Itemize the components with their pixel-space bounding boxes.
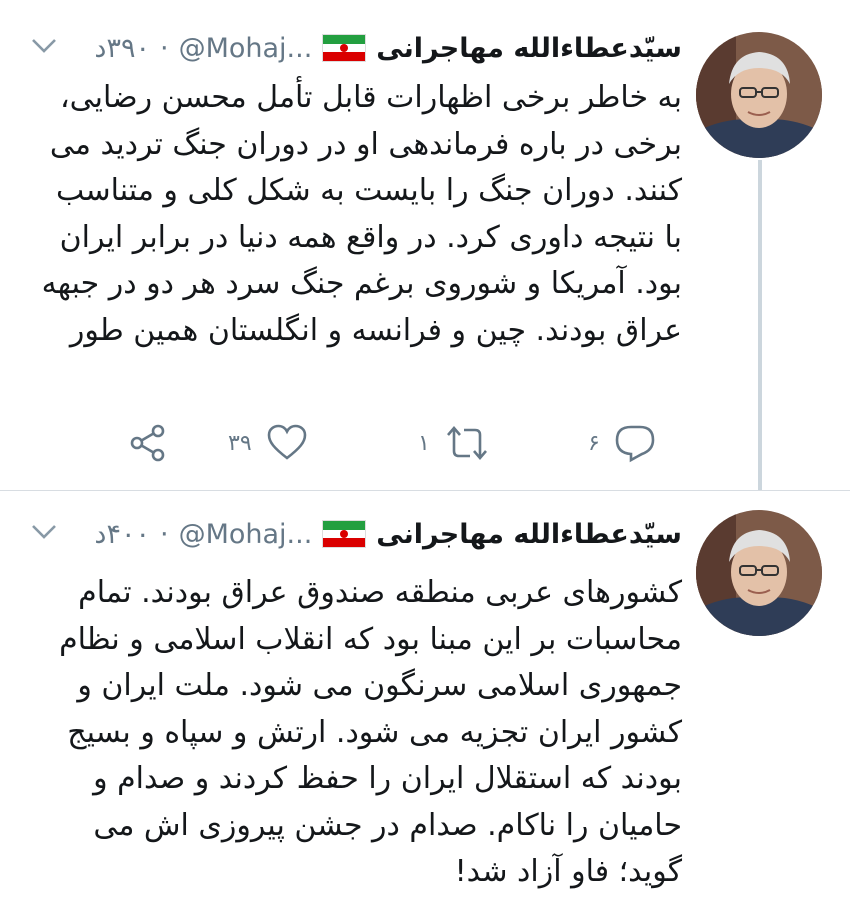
- tweet-text: به خاطر برخی اظهارات قابل تأمل محسن رضای…: [41, 80, 682, 348]
- iran-flag-icon: [322, 520, 367, 548]
- like-button[interactable]: ۳۹: [228, 415, 308, 471]
- tweet[interactable]: سیّدعطاءالله مهاجرانی @Mohaj... · ۳۹۰د ب…: [0, 0, 850, 490]
- timestamp[interactable]: ۳۹۰د: [94, 33, 150, 64]
- author-handle[interactable]: @Mohaj...: [179, 519, 313, 550]
- tweet-header: سیّدعطاءالله مهاجرانی @Mohaj... · ۳۹۰د: [30, 28, 682, 68]
- like-count: ۳۹: [228, 430, 252, 456]
- tweet[interactable]: سیّدعطاءالله مهاجرانی @Mohaj... · ۴۰۰د ک…: [0, 490, 850, 900]
- chevron-down-icon[interactable]: [30, 519, 58, 549]
- reply-button[interactable]: ۶: [588, 415, 656, 471]
- author-handle[interactable]: @Mohaj...: [179, 33, 313, 64]
- retweet-icon: [446, 426, 487, 460]
- heart-icon: [267, 424, 306, 460]
- separator-dot: ·: [159, 518, 169, 550]
- action-bar: ۳۹ ۱ ۶: [128, 415, 668, 471]
- avatar[interactable]: [696, 510, 822, 636]
- author-name[interactable]: سیّدعطاءالله مهاجرانی: [376, 519, 682, 550]
- avatar[interactable]: [696, 32, 822, 158]
- thread-line: [758, 160, 762, 490]
- share-icon: [130, 424, 165, 462]
- reply-count: ۶: [588, 430, 600, 456]
- share-button[interactable]: [128, 415, 168, 471]
- tweet-header: سیّدعطاءالله مهاجرانی @Mohaj... · ۴۰۰د: [30, 514, 682, 554]
- retweet-count: ۱: [418, 430, 430, 456]
- author-name[interactable]: سیّدعطاءالله مهاجرانی: [376, 33, 682, 64]
- chevron-down-icon[interactable]: [30, 33, 58, 63]
- timestamp[interactable]: ۴۰۰د: [94, 519, 150, 550]
- iran-flag-icon: [322, 34, 367, 62]
- reply-icon: [615, 425, 655, 463]
- tweet-text: کشورهای عربی منطقه صندوق عراق بودند. تما…: [59, 575, 682, 889]
- retweet-button[interactable]: ۱: [418, 415, 490, 471]
- separator-dot: ·: [159, 32, 169, 64]
